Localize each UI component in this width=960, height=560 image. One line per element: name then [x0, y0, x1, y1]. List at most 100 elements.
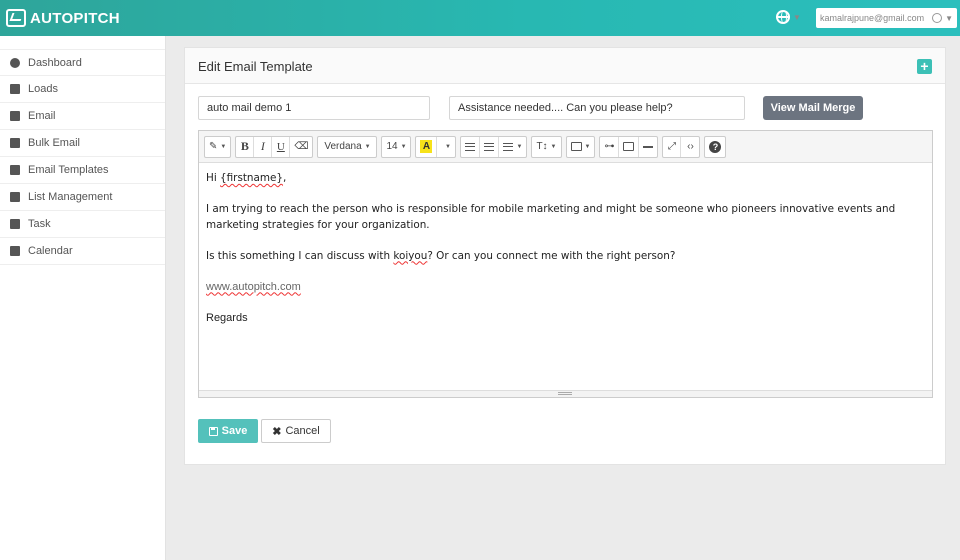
paragraph-text: Is this something I can discuss with [206, 249, 394, 262]
align-left-icon [503, 142, 514, 151]
highlight-a-icon: A [420, 140, 433, 153]
greeting-line: Hi {firstname}, [206, 171, 925, 187]
underline-button[interactable]: U [272, 136, 291, 157]
line-height-group: T↕ ▼ [531, 135, 562, 158]
highlight-color-button[interactable]: A [416, 136, 438, 157]
link-icon: ⊶ [604, 141, 615, 152]
list-icon [10, 192, 20, 202]
table-group: ▼ [565, 135, 596, 158]
dashboard-icon [10, 57, 20, 68]
save-label: Save [221, 425, 248, 437]
sidebar-item-label: Email Templates [28, 164, 109, 176]
table-icon [570, 142, 582, 151]
add-button[interactable]: + [917, 59, 932, 74]
editor-content[interactable]: Hi {firstname}, I am trying to reach the… [199, 163, 932, 390]
question-icon: ? [709, 140, 722, 153]
chevron-down-icon: ▼ [793, 12, 801, 22]
ordered-list-button[interactable] [480, 136, 500, 157]
template-icon [10, 165, 20, 175]
sidebar-item-list-management[interactable]: List Management [0, 184, 165, 211]
globe-icon [776, 10, 790, 24]
help-button[interactable]: ? [705, 137, 725, 157]
sidebar-item-label: Email [28, 110, 56, 122]
code-view-button[interactable]: ‹› [681, 137, 699, 157]
website-link[interactable]: www.autopitch.com [206, 281, 301, 293]
close-icon: ✖ [272, 425, 282, 438]
brand[interactable]: AUTOPITCH [6, 8, 120, 28]
save-button[interactable]: Save [198, 419, 258, 443]
subject-input[interactable]: Assistance needed.... Can you please hel… [449, 96, 745, 120]
style-dropdown[interactable]: ✎ ▼ [205, 137, 230, 157]
picture-button[interactable] [619, 136, 640, 157]
unordered-list-button[interactable] [461, 136, 481, 157]
bullet-list-icon [465, 142, 476, 151]
bold-button[interactable]: B [236, 136, 255, 157]
user-avatar-icon [932, 13, 943, 23]
cancel-label: Cancel [285, 425, 320, 437]
table-dropdown[interactable]: ▼ [567, 137, 595, 157]
calendar-icon [10, 246, 20, 256]
chevron-down-icon: ▼ [220, 143, 227, 150]
format-group: B I U ⌫ [235, 135, 314, 158]
template-name-input[interactable]: auto mail demo 1 [198, 96, 430, 120]
align-dropdown[interactable]: ▼ [499, 137, 526, 157]
expand-icon: ⤢ [667, 141, 676, 152]
sidebar-item-label: Loads [28, 83, 58, 95]
cancel-button[interactable]: ✖ Cancel [261, 419, 331, 443]
magic-wand-icon: ✎ [209, 141, 218, 152]
resize-grip-icon [558, 392, 572, 395]
sidebar-item-label: Calendar [28, 245, 73, 257]
body-paragraph-1: I am trying to reach the person who is r… [206, 203, 896, 231]
sidebar-item-loads[interactable]: Loads [0, 76, 165, 103]
brand-name: AUTOPITCH [30, 9, 120, 27]
picture-icon [623, 142, 635, 151]
code-icon: ‹› [687, 141, 694, 152]
sidebar-item-dashboard[interactable]: Dashboard [0, 49, 165, 76]
help-group: ? [704, 135, 727, 158]
view-mail-merge-button[interactable]: View Mail Merge [763, 96, 863, 120]
fullscreen-button[interactable]: ⤢ [663, 136, 682, 157]
font-size-group: 14 ▼ [381, 135, 412, 158]
view-group: ⤢ ‹› [662, 135, 701, 158]
font-family-value: Verdana [324, 141, 362, 152]
sidebar: Dashboard Loads Email Bulk Email Email T… [0, 36, 166, 560]
color-group: A ▼ [415, 135, 457, 158]
sidebar-nav: Dashboard Loads Email Bulk Email Email T… [0, 49, 165, 265]
language-menu[interactable]: ▼ [776, 10, 801, 24]
autopitch-logo-icon [6, 9, 26, 27]
paragraph-group: ▼ [460, 135, 528, 158]
sidebar-item-bulk-email[interactable]: Bulk Email [0, 130, 165, 157]
user-menu[interactable]: kamalrajpune@gmail.com ▼ [816, 8, 957, 28]
editor-resize-bar[interactable] [199, 390, 932, 397]
chevron-down-icon: ▼ [584, 143, 591, 150]
tasks-icon [10, 219, 20, 229]
sidebar-item-label: Dashboard [28, 56, 82, 69]
link-button[interactable]: ⊶ [600, 136, 620, 157]
paragraph-text: ? Or can you connect me with the right p… [427, 249, 676, 262]
floppy-disk-icon [208, 426, 218, 436]
line-height-dropdown[interactable]: T↕ ▼ [532, 137, 560, 157]
color-dropdown[interactable]: ▼ [437, 137, 455, 157]
chevron-down-icon: ▼ [550, 143, 557, 150]
user-email: kamalrajpune@gmail.com [820, 13, 925, 23]
rich-text-editor: ✎ ▼ B I U ⌫ Verdana ▼ 14 ▼ A ▼ ▼ T↕ ▼ ▼ … [198, 130, 933, 398]
website-line: www.autopitch.com [206, 280, 925, 296]
horizontal-rule-icon [643, 145, 654, 148]
sidebar-item-email[interactable]: Email [0, 103, 165, 130]
clear-format-button[interactable]: ⌫ [290, 137, 312, 157]
panel-header: Edit Email Template + [185, 48, 945, 84]
sidebar-item-task[interactable]: Task [0, 211, 165, 238]
horizontal-rule-button[interactable] [639, 137, 657, 157]
sidebar-item-email-templates[interactable]: Email Templates [0, 157, 165, 184]
sidebar-item-calendar[interactable]: Calendar [0, 238, 165, 265]
greeting-punctuation: , [283, 172, 287, 184]
font-size-dropdown[interactable]: 14 ▼ [382, 137, 410, 157]
envelope-icon [10, 111, 20, 121]
merge-tag-firstname: {firstname} [220, 172, 284, 184]
chevron-down-icon: ▼ [364, 143, 371, 150]
chevron-down-icon: ▼ [400, 143, 407, 150]
greeting-text: Hi [206, 172, 221, 184]
italic-button[interactable]: I [254, 136, 273, 157]
font-family-dropdown[interactable]: Verdana ▼ [318, 137, 376, 157]
chevron-down-icon: ▼ [945, 13, 953, 23]
